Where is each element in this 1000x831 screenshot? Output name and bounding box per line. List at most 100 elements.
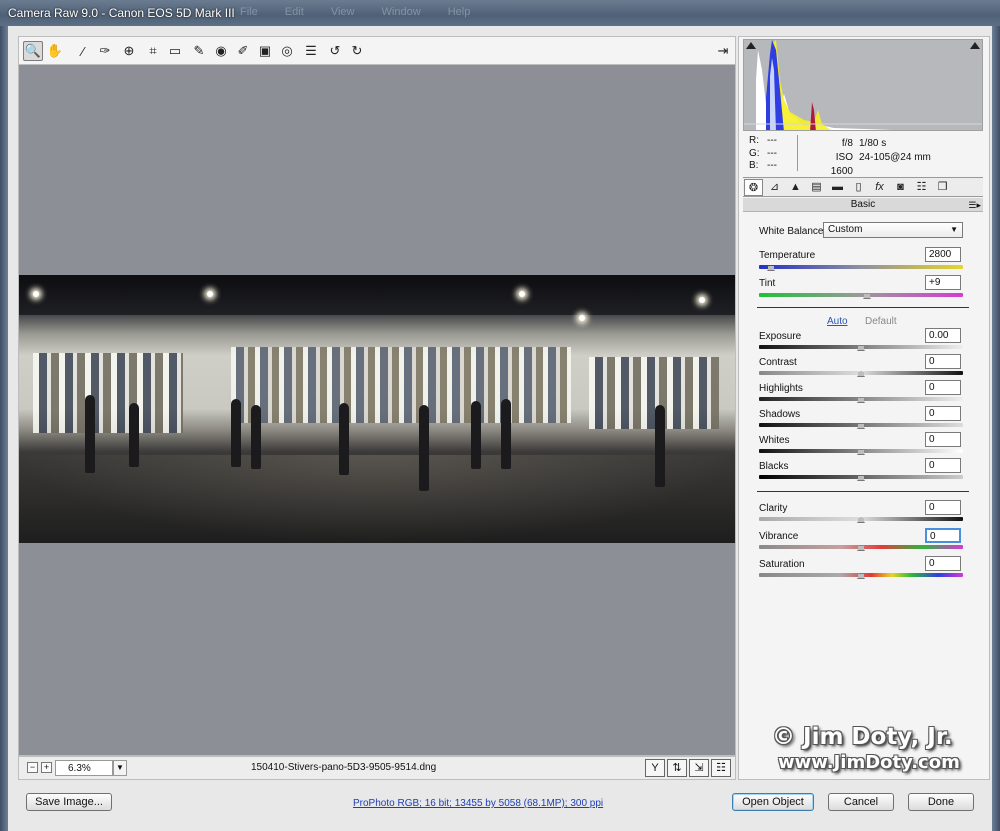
white-balance-tool-button[interactable]: ⁄: [73, 41, 93, 61]
image-preview-area[interactable]: [18, 64, 736, 756]
clarity-field[interactable]: 0: [925, 500, 961, 515]
tab-hsl[interactable]: ▤: [807, 179, 826, 196]
watermark-url: www.JimDoty.com: [778, 752, 960, 773]
white-balance-select[interactable]: Custom ▼: [823, 222, 963, 238]
magnifier-icon: 🔍: [24, 43, 42, 58]
saturation-slider-thumb[interactable]: [857, 573, 865, 579]
photo-light: [207, 291, 213, 297]
shadow-clipping-warning[interactable]: [746, 42, 756, 49]
radial-filter-tool-button[interactable]: ◎: [277, 41, 297, 61]
temperature-field[interactable]: 2800: [925, 247, 961, 262]
zoom-in-button[interactable]: +: [41, 762, 52, 773]
temperature-slider[interactable]: [759, 265, 963, 269]
done-button[interactable]: Done: [908, 793, 974, 811]
photo-person: [251, 405, 261, 469]
temperature-slider-thumb[interactable]: [767, 265, 776, 271]
tab-snapshots[interactable]: ❐: [933, 179, 952, 196]
chevron-down-icon: ▼: [116, 763, 124, 772]
blacks-slider-thumb[interactable]: [857, 475, 865, 481]
tint-slider[interactable]: [759, 293, 963, 297]
adjustment-brush-tool-button[interactable]: ✐: [233, 41, 253, 61]
tab-effects[interactable]: fx: [870, 179, 889, 196]
window-frame-right: [992, 26, 1000, 831]
section-divider: [757, 491, 969, 492]
aperture-icon: ❂: [748, 182, 759, 194]
vibrance-field[interactable]: 0: [925, 528, 961, 543]
tab-presets[interactable]: ☷: [912, 179, 931, 196]
exif-readout: f/8 1/80 s ISO 1600 24-105@24 mm: [813, 137, 931, 179]
tab-split-toning[interactable]: ▬: [828, 179, 847, 196]
copy-settings-button[interactable]: ⇲: [689, 759, 709, 777]
rotate-ccw-button[interactable]: ↺: [325, 41, 345, 61]
exposure-slider-thumb[interactable]: [857, 345, 865, 351]
tint-field[interactable]: +9: [925, 275, 961, 290]
photo-wall-left: [33, 353, 183, 433]
tool-bar: 🔍 ✋ ⁄ ✑ ⊕ ⌗ ▭ ✎ ◉ ✐ ▣ ◎ ☰ ↺ ↻ ⇥: [18, 36, 736, 64]
panel-menu-icon[interactable]: ☰▸: [968, 198, 981, 212]
cancel-button[interactable]: Cancel: [828, 793, 894, 811]
panel-tabs: ❂ ⊿ ▲ ▤ ▬ ▯ fx ◙ ☷ ❐: [743, 177, 983, 197]
open-object-button[interactable]: Open Object: [732, 793, 814, 811]
auto-link[interactable]: Auto: [827, 316, 848, 327]
clarity-slider-thumb[interactable]: [857, 517, 865, 523]
snapshots-icon: ❐: [937, 181, 948, 193]
photo-light: [33, 291, 39, 297]
zoom-tool-button[interactable]: 🔍: [23, 41, 43, 61]
tab-detail[interactable]: ▲: [786, 179, 805, 196]
vibrance-slider-thumb[interactable]: [857, 545, 865, 551]
toggle-settings-button[interactable]: ☷: [711, 759, 731, 777]
workflow-options-link[interactable]: ProPhoto RGB; 16 bit; 13455 by 5058 (68.…: [353, 798, 603, 809]
zoom-level-field[interactable]: 6.3%: [55, 760, 113, 776]
contrast-field[interactable]: 0: [925, 354, 961, 369]
split-toning-icon: ▬: [832, 181, 843, 193]
tab-tone-curve[interactable]: ⊿: [765, 179, 784, 196]
highlights-label: Highlights: [759, 383, 803, 394]
blacks-field[interactable]: 0: [925, 458, 961, 473]
swap-settings-button[interactable]: ⇅: [667, 759, 687, 777]
highlights-slider-thumb[interactable]: [857, 397, 865, 403]
shadows-slider-thumb[interactable]: [857, 423, 865, 429]
targeted-adjustment-tool-button[interactable]: ⊕: [119, 41, 139, 61]
whites-slider-thumb[interactable]: [857, 449, 865, 455]
section-title: Basic: [850, 199, 876, 210]
default-link[interactable]: Default: [865, 316, 897, 327]
zoom-out-button[interactable]: −: [27, 762, 38, 773]
fx-icon: fx: [875, 181, 884, 193]
tab-lens-corrections[interactable]: ▯: [849, 179, 868, 196]
blacks-label: Blacks: [759, 461, 789, 472]
fullscreen-toggle-button[interactable]: ⇥: [713, 41, 733, 61]
contrast-slider-thumb[interactable]: [857, 371, 865, 377]
whites-field[interactable]: 0: [925, 432, 961, 447]
saturation-field[interactable]: 0: [925, 556, 961, 571]
straighten-tool-button[interactable]: ▭: [165, 41, 185, 61]
shadows-field[interactable]: 0: [925, 406, 961, 421]
zoom-level-dropdown[interactable]: ▼: [113, 760, 127, 776]
copy-arrow-icon: ⇲: [694, 762, 704, 774]
graduated-filter-tool-button[interactable]: ▣: [255, 41, 275, 61]
highlight-clipping-warning[interactable]: [970, 42, 980, 49]
color-sampler-tool-button[interactable]: ✑: [95, 41, 115, 61]
rotate-cw-icon: ↻: [351, 43, 363, 58]
eye-icon: ◉: [215, 43, 227, 58]
before-after-view-button[interactable]: Y: [645, 759, 665, 777]
exposure-label: Exposure: [759, 331, 802, 342]
save-image-button[interactable]: Save Image...: [26, 793, 112, 811]
target-icon: ⊕: [123, 43, 135, 58]
tint-slider-thumb[interactable]: [863, 293, 872, 299]
iso: ISO 1600: [830, 152, 853, 177]
hsl-icon: ▤: [811, 181, 822, 193]
tab-basic[interactable]: ❂: [744, 179, 763, 196]
preferences-button[interactable]: ☰: [301, 41, 321, 61]
crop-tool-button[interactable]: ⌗: [143, 41, 163, 61]
list-icon: ☰: [305, 43, 317, 58]
hand-tool-button[interactable]: ✋: [45, 41, 65, 61]
exposure-field[interactable]: 0.00: [925, 328, 961, 343]
red-eye-tool-button[interactable]: ◉: [211, 41, 231, 61]
brush-spot-icon: ✎: [193, 43, 205, 58]
photo-wall-right: [589, 357, 719, 429]
rotate-cw-button[interactable]: ↻: [347, 41, 367, 61]
spot-removal-tool-button[interactable]: ✎: [189, 41, 209, 61]
photo-person: [339, 403, 349, 475]
tab-camera-calibration[interactable]: ◙: [891, 179, 910, 196]
highlights-field[interactable]: 0: [925, 380, 961, 395]
